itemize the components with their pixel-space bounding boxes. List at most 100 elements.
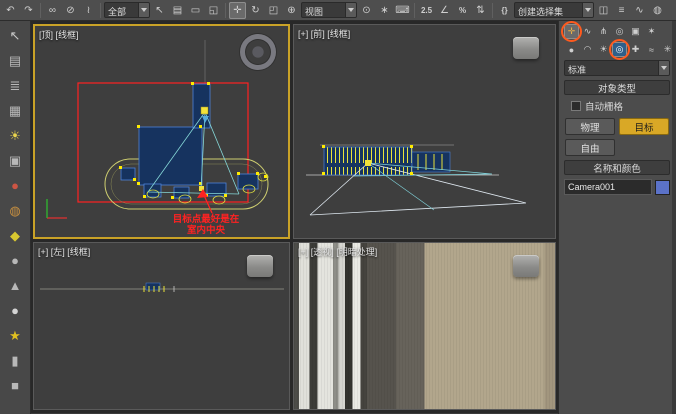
furniture-elevation-2[interactable] <box>412 152 450 172</box>
command-panel-tabs: ✛∿⋔◎▣✶ <box>564 24 670 39</box>
object-type-rollout-label: 对象类型 <box>598 81 636 95</box>
axis-tripod <box>47 199 67 218</box>
toolbar-separator <box>414 3 415 18</box>
cone-primitive-icon[interactable]: ▲ <box>3 274 27 297</box>
chevron-down-icon <box>138 3 149 17</box>
curve-editor-icon[interactable]: ∿ <box>631 2 648 19</box>
star-primitive-icon[interactable]: ★ <box>3 324 27 347</box>
camera-class-dropdown[interactable]: 标准 <box>564 60 670 76</box>
object-color-swatch[interactable] <box>655 180 670 195</box>
select-and-scale-icon[interactable]: ◰ <box>265 2 282 19</box>
name-and-color-row <box>564 179 670 195</box>
viewcube-compass[interactable] <box>240 34 276 70</box>
angle-snap-icon[interactable]: ∠ <box>436 2 453 19</box>
command-panel-categories: ●◠☀◎✚≈✳ <box>564 42 670 57</box>
viewcube-gizmo[interactable] <box>513 255 539 277</box>
reference-coordinate-system-dropdown[interactable]: 视图 <box>301 2 357 18</box>
use-pivot-center-icon[interactable]: ⊙ <box>358 2 375 19</box>
sphere-primitive-icon[interactable]: ● <box>3 249 27 272</box>
bind-to-space-warp-icon[interactable]: ≀ <box>80 2 97 19</box>
cylinder-primitive-icon[interactable]: ▮ <box>3 349 27 372</box>
geosphere-primitive-icon[interactable]: ● <box>3 299 27 322</box>
shapes-category-icon[interactable]: ◠ <box>580 42 595 57</box>
select-and-manipulate-icon[interactable]: ∗ <box>376 2 393 19</box>
create-tab-icon[interactable]: ✛ <box>564 24 579 39</box>
layers-icon[interactable]: ≣ <box>3 74 27 97</box>
free-camera-button[interactable]: 自由 <box>565 139 615 156</box>
lights-category-icon[interactable]: ☀ <box>596 42 611 57</box>
spinner-snap-icon[interactable]: ⇅ <box>472 2 489 19</box>
edit-named-selection-sets-icon[interactable]: {} <box>496 2 513 19</box>
display-tab-icon[interactable]: ▣ <box>628 24 643 39</box>
command-panel: ✛∿⋔◎▣✶ ●◠☀◎✚≈✳ 标准 对象类型 自动栅格 物理 目标 自由 名称和… <box>558 21 676 414</box>
hierarchy-tab-icon[interactable]: ⋔ <box>596 24 611 39</box>
object-type-buttons: 物理 目标 自由 <box>565 118 669 156</box>
viewcube-gizmo[interactable] <box>513 37 539 59</box>
render-setup-icon[interactable]: ◍ <box>649 2 666 19</box>
toolbar-separator <box>225 3 226 18</box>
modify-tab-icon[interactable]: ∿ <box>580 24 595 39</box>
named-selection-sets-dropdown[interactable]: 创建选择集 <box>514 2 594 18</box>
autogrid-row: 自动栅格 <box>564 99 670 113</box>
cameras-category-icon[interactable]: ◎ <box>612 42 627 57</box>
camera-object[interactable] <box>365 160 371 166</box>
window-crossing-icon[interactable]: ◱ <box>205 2 222 19</box>
snaps-toggle-icon[interactable]: 2.5 <box>418 2 435 19</box>
diamond-icon[interactable]: ◆ <box>3 224 27 247</box>
space-warps-category-icon[interactable]: ≈ <box>644 42 659 57</box>
select-object-icon[interactable]: ↖ <box>151 2 168 19</box>
physical-camera-button[interactable]: 物理 <box>565 118 615 135</box>
panel-scrollbar[interactable] <box>672 21 676 414</box>
selection-filter-dropdown[interactable]: 全部 <box>104 2 150 18</box>
reference-coordinate-system-dropdown-label: 视图 <box>302 3 345 17</box>
viewport-perspective-label[interactable]: [+] [透视] [明暗处理] <box>298 245 377 258</box>
light-bulb-icon[interactable]: ☀ <box>3 124 27 147</box>
viewport-front-label[interactable]: [+] [前] [线框] <box>298 27 350 40</box>
object-type-rollout[interactable]: 对象类型 <box>564 80 670 95</box>
redo-icon[interactable]: ↷ <box>20 2 37 19</box>
left-toolbar: ↖▤≣▦☀▣●◍◆●▲●★▮■ <box>0 21 31 414</box>
material-sphere-icon[interactable]: ● <box>3 174 27 197</box>
undo-icon[interactable]: ↶ <box>2 2 19 19</box>
notebook-icon[interactable]: ▤ <box>3 49 27 72</box>
name-and-color-rollout[interactable]: 名称和颜色 <box>564 160 670 175</box>
object-name-input[interactable] <box>564 179 652 195</box>
viewport-area: [顶] [线框] <box>31 21 558 413</box>
motion-tab-icon[interactable]: ◎ <box>612 24 627 39</box>
viewport-left[interactable]: [+] [左] [线框] <box>33 242 290 410</box>
mirror-icon[interactable]: ◫ <box>595 2 612 19</box>
selection-filter-dropdown-label: 全部 <box>105 3 138 17</box>
geometry-category-icon[interactable]: ● <box>564 42 579 57</box>
3dsmax-window: ↶↷∞⊘≀全部↖▤▭◱✛↻◰⊕视图⊙∗⌨2.5∠%⇅{}创建选择集◫≡∿◍ ↖▤… <box>0 0 676 414</box>
unlink-selection-icon[interactable]: ⊘ <box>62 2 79 19</box>
teapot-icon[interactable]: ◍ <box>3 199 27 222</box>
select-and-rotate-icon[interactable]: ↻ <box>247 2 264 19</box>
viewport-top[interactable]: [顶] [线框] <box>33 24 290 239</box>
viewcube-gizmo[interactable] <box>247 255 273 277</box>
furniture-side[interactable] <box>146 283 160 290</box>
viewport-perspective[interactable]: [+] [透视] [明暗处理] <box>293 242 556 410</box>
box-primitive-icon[interactable]: ■ <box>3 374 27 397</box>
select-and-link-icon[interactable]: ∞ <box>44 2 61 19</box>
select-by-name-icon[interactable]: ▤ <box>169 2 186 19</box>
select-arrow-icon[interactable]: ↖ <box>3 24 27 47</box>
select-and-place-icon[interactable]: ⊕ <box>283 2 300 19</box>
align-icon[interactable]: ≡ <box>613 2 630 19</box>
percent-snap-icon[interactable]: % <box>454 2 471 19</box>
keyboard-override-icon[interactable]: ⌨ <box>394 2 411 19</box>
select-and-move-icon[interactable]: ✛ <box>229 2 246 19</box>
viewport-left-label[interactable]: [+] [左] [线框] <box>38 245 90 258</box>
furniture-blocks[interactable] <box>121 84 258 198</box>
chevron-down-icon <box>658 61 669 75</box>
toolbar-separator <box>492 3 493 18</box>
monitor-icon[interactable]: ▣ <box>3 149 27 172</box>
rectangular-selection-region-icon[interactable]: ▭ <box>187 2 204 19</box>
helpers-category-icon[interactable]: ✚ <box>628 42 643 57</box>
target-camera-button[interactable]: 目标 <box>619 118 669 135</box>
autogrid-checkbox[interactable] <box>571 101 581 111</box>
viewport-front[interactable]: [+] [前] [线框] <box>293 24 556 239</box>
viewport-top-label[interactable]: [顶] [线框] <box>39 28 79 41</box>
utilities-tab-icon[interactable]: ✶ <box>644 24 659 39</box>
grid-icon[interactable]: ▦ <box>3 99 27 122</box>
name-and-color-rollout-label: 名称和颜色 <box>593 161 641 175</box>
